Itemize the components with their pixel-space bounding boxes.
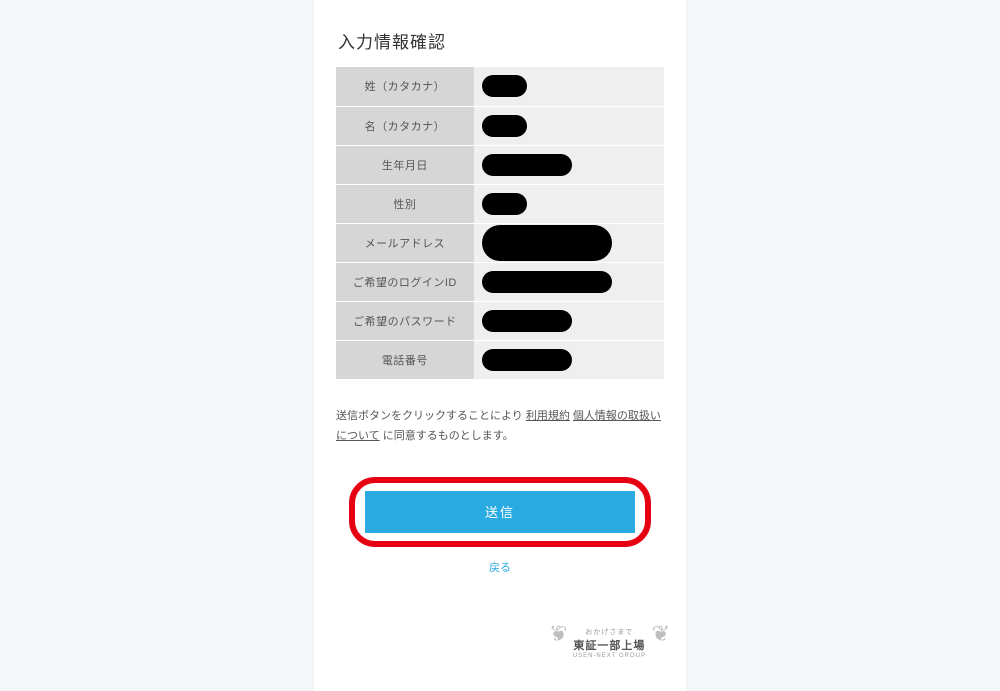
- redacted-value: [482, 271, 612, 293]
- laurel-right-icon: ❦: [652, 623, 670, 645]
- confirmation-row: 性別: [336, 184, 664, 223]
- redacted-value: [482, 154, 572, 176]
- field-label: 性別: [336, 184, 474, 223]
- field-value: [474, 223, 664, 262]
- back-link[interactable]: 戻る: [336, 559, 664, 575]
- confirmation-row: メールアドレス: [336, 223, 664, 262]
- field-value: [474, 67, 664, 106]
- redacted-value: [482, 193, 527, 215]
- field-label: メールアドレス: [336, 223, 474, 262]
- confirmation-row: 名（カタカナ）: [336, 106, 664, 145]
- confirmation-row: 生年月日: [336, 145, 664, 184]
- field-label: 電話番号: [336, 340, 474, 379]
- field-value: [474, 145, 664, 184]
- consent-suffix: に同意するものとします。: [383, 430, 514, 442]
- redacted-value: [482, 75, 527, 97]
- field-label: 生年月日: [336, 145, 474, 184]
- field-label: 姓（カタカナ）: [336, 67, 474, 106]
- redacted-value: [482, 225, 612, 261]
- terms-link[interactable]: 利用規約: [526, 410, 570, 422]
- field-value: [474, 340, 664, 379]
- submit-button[interactable]: 送信: [365, 491, 635, 533]
- confirmation-row: 姓（カタカナ）: [336, 67, 664, 106]
- redacted-value: [482, 115, 527, 137]
- badge-lead: おかげさまで: [573, 627, 646, 637]
- field-value: [474, 184, 664, 223]
- confirmation-card: 入力情報確認 姓（カタカナ）名（カタカナ）生年月日性別メールアドレスご希望のログ…: [314, 0, 686, 691]
- submit-highlight-ring: 送信: [349, 477, 651, 547]
- field-value: [474, 106, 664, 145]
- consent-prefix: 送信ボタンをクリックすることにより: [336, 410, 526, 422]
- page-title: 入力情報確認: [338, 28, 664, 53]
- redacted-value: [482, 310, 572, 332]
- consent-text: 送信ボタンをクリックすることにより 利用規約 個人情報の取扱いについて に同意す…: [336, 407, 664, 447]
- redacted-value: [482, 349, 572, 371]
- listing-badge: ❦ ❦ おかげさまで 東証一部上場 USEN-NEXT GROUP: [555, 623, 664, 663]
- field-value: [474, 301, 664, 340]
- field-label: 名（カタカナ）: [336, 106, 474, 145]
- confirmation-table: 姓（カタカナ）名（カタカナ）生年月日性別メールアドレスご希望のログインIDご希望…: [336, 67, 664, 379]
- field-value: [474, 262, 664, 301]
- confirmation-row: ご希望のログインID: [336, 262, 664, 301]
- badge-sub: USEN-NEXT GROUP: [573, 653, 646, 659]
- badge-main: 東証一部上場: [573, 637, 646, 653]
- field-label: ご希望のログインID: [336, 262, 474, 301]
- confirmation-row: 電話番号: [336, 340, 664, 379]
- field-label: ご希望のパスワード: [336, 301, 474, 340]
- confirmation-row: ご希望のパスワード: [336, 301, 664, 340]
- laurel-left-icon: ❦: [549, 623, 567, 645]
